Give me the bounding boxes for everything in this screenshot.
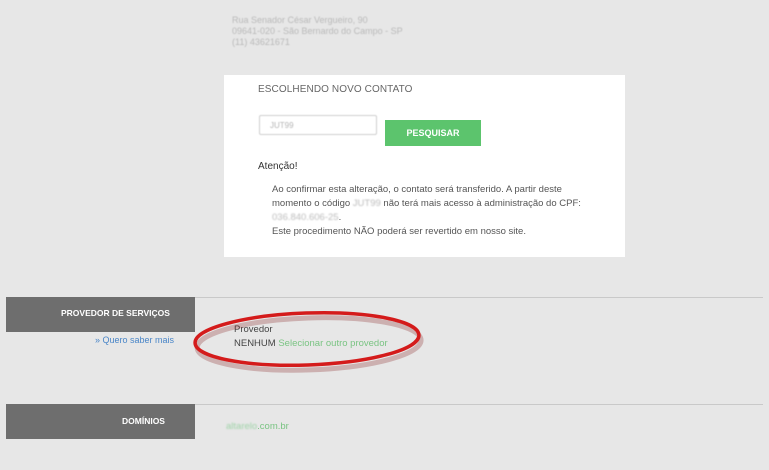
domain-entry[interactable]: altarelo.com.br bbox=[226, 421, 289, 432]
domain-name: altarelo bbox=[226, 421, 258, 432]
red-ellipse-annotation bbox=[193, 310, 424, 373]
section-label-dominios: DOMÍNIOS bbox=[6, 404, 195, 439]
domain-suffix: .com.br bbox=[257, 421, 289, 432]
